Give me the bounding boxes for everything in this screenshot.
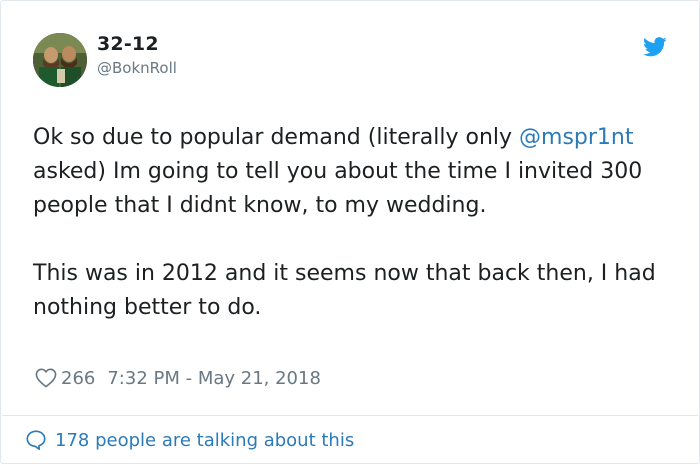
avatar-image bbox=[33, 33, 87, 87]
heart-icon[interactable] bbox=[35, 368, 57, 388]
mention-link[interactable]: @mspr1nt bbox=[519, 125, 633, 150]
tweet-meta: 266 7:32 PM - May 21, 2018 bbox=[35, 365, 321, 391]
talking-about-text[interactable]: 178 people are talking about this bbox=[55, 430, 354, 451]
tweet-card: 32-12 @BoknRoll Ok so due to popular dem… bbox=[0, 0, 700, 464]
user-handle[interactable]: @BoknRoll bbox=[97, 59, 177, 77]
display-name[interactable]: 32-12 bbox=[97, 33, 159, 55]
speech-bubble-icon bbox=[25, 429, 47, 451]
user-avatar[interactable] bbox=[33, 33, 87, 87]
footer-divider bbox=[2, 415, 698, 416]
tweet-text-part: Ok so due to popular demand (literally o… bbox=[33, 125, 520, 150]
like-count[interactable]: 266 bbox=[61, 368, 95, 389]
talking-about-link[interactable]: 178 people are talking about this bbox=[25, 427, 354, 453]
tweet-text-part: asked) Im going to tell you about the ti… bbox=[33, 159, 643, 218]
tweet-paragraph-2: This was in 2012 and it seems now that b… bbox=[33, 261, 656, 320]
tweet-text: Ok so due to popular demand (literally o… bbox=[33, 121, 673, 325]
tweet-timestamp[interactable]: 7:32 PM - May 21, 2018 bbox=[107, 368, 321, 389]
twitter-bird-icon[interactable] bbox=[643, 37, 667, 57]
tweet-paragraph-1: Ok so due to popular demand (literally o… bbox=[33, 121, 673, 223]
